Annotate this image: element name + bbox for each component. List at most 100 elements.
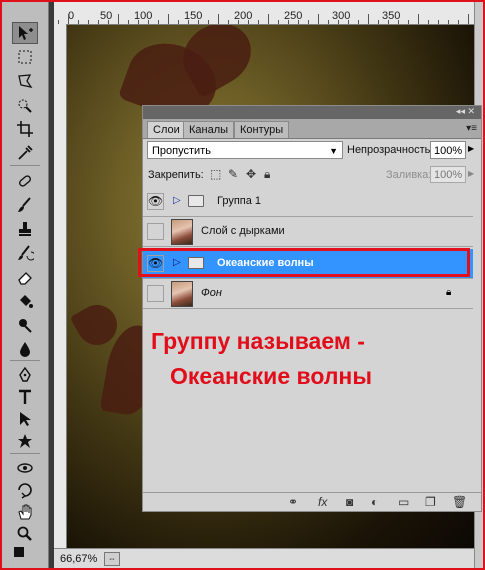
eyedropper-tool-icon[interactable]	[12, 142, 38, 164]
clone-stamp-tool-icon[interactable]	[12, 218, 38, 240]
eye-icon[interactable]: 👁︎	[147, 193, 164, 210]
annotation-line-1: Группу называем -	[151, 328, 365, 354]
ruler-tick	[118, 14, 119, 24]
annotation-line-2: Океанские волны	[170, 363, 372, 389]
vertical-ruler	[54, 24, 67, 548]
ruler-tick	[108, 20, 109, 24]
panel-menu-icon[interactable]: ▾≡	[466, 123, 477, 134]
ruler-tick	[98, 20, 99, 24]
ruler-tick	[128, 20, 129, 24]
ruler-label: 100	[134, 10, 153, 22]
ruler-tick	[238, 20, 239, 24]
pen-tool-icon[interactable]	[12, 364, 38, 386]
ruler-tick	[78, 20, 79, 24]
delete-layer-icon[interactable]: 🗑︎	[452, 495, 467, 509]
ruler-tick	[298, 20, 299, 24]
ruler-tick	[368, 14, 369, 24]
crop-tool-icon[interactable]	[12, 118, 38, 140]
move-tool-icon[interactable]	[12, 22, 38, 44]
layer-row-background[interactable]: Фон 🔒︎	[143, 279, 473, 309]
ruler-tick	[358, 20, 359, 24]
adjustment-layer-icon[interactable]: ◐	[371, 495, 378, 509]
collapse-panel-icon[interactable]: ◂◂ ✕	[456, 106, 475, 117]
layer-row-holes[interactable]: Слой с дырками	[143, 217, 473, 247]
layer-row-group-1[interactable]: 👁︎ ▷ Группа 1	[143, 187, 473, 217]
ruler-tick	[308, 20, 309, 24]
photoshop-window: 0 50 100 150 200 250 300 350 66,67% ⇔ ◂◂…	[0, 0, 485, 570]
hand-tool-icon[interactable]	[12, 501, 38, 523]
eraser-tool-icon[interactable]	[12, 266, 38, 288]
lock-transparency-icon[interactable]: ⬚	[210, 167, 221, 181]
chevron-down-icon: ▼	[329, 146, 338, 156]
ruler-tick	[228, 20, 229, 24]
ruler-tick	[418, 14, 419, 24]
3d-rotate-tool-icon[interactable]	[12, 457, 38, 479]
layer-name: Слой с дырками	[201, 225, 285, 237]
new-group-icon[interactable]: ▭	[398, 495, 409, 509]
healing-brush-tool-icon[interactable]	[12, 170, 38, 192]
3d-orbit-tool-icon[interactable]	[12, 479, 38, 501]
ruler-label: 150	[184, 10, 203, 22]
ruler-tick	[268, 14, 269, 24]
ruler-tick	[258, 20, 259, 24]
ruler-tick	[68, 14, 69, 24]
ruler-tick	[428, 20, 429, 24]
dodge-tool-icon[interactable]	[12, 314, 38, 336]
ruler-tick	[398, 20, 399, 24]
ruler-tick	[388, 20, 389, 24]
custom-shape-tool-icon[interactable]	[12, 430, 38, 452]
lock-icon: 🔒︎	[446, 287, 452, 298]
blend-mode-select[interactable]: Пропустить ▼	[147, 141, 343, 159]
lock-position-icon[interactable]: ✥	[246, 167, 256, 181]
ruler-tick	[278, 20, 279, 24]
ruler-tick	[408, 20, 409, 24]
ruler-tick	[158, 20, 159, 24]
visibility-box[interactable]	[147, 223, 164, 240]
link-layers-icon[interactable]: ⚭	[288, 495, 298, 509]
fill-field[interactable]: 100%	[430, 166, 466, 183]
lock-pixels-icon[interactable]: ✎	[228, 167, 238, 181]
opacity-field[interactable]: 100%	[430, 141, 466, 159]
blend-mode-value: Пропустить	[152, 145, 211, 157]
add-mask-icon[interactable]: ◙	[346, 495, 353, 509]
panel-titlebar[interactable]: ◂◂ ✕	[143, 106, 481, 119]
ruler-tick	[178, 20, 179, 24]
type-tool-icon[interactable]	[12, 386, 38, 408]
lock-all-icon[interactable]: 🔒︎	[264, 167, 270, 182]
layer-style-icon[interactable]: fx	[318, 495, 327, 509]
brush-tool-icon[interactable]	[12, 194, 38, 216]
paint-bucket-tool-icon[interactable]	[12, 290, 38, 312]
new-layer-icon[interactable]: ❐	[425, 495, 436, 509]
marquee-tool-icon[interactable]	[12, 46, 38, 68]
fill-slider-arrow-icon[interactable]: ▶	[468, 169, 474, 178]
ruler-label: 200	[234, 10, 253, 22]
tools-panel	[2, 2, 49, 568]
opacity-slider-arrow-icon[interactable]: ▶	[468, 144, 474, 153]
lock-label: Закрепить:	[148, 169, 204, 181]
zoom-tool-icon[interactable]	[12, 523, 38, 545]
ruler-tick	[248, 20, 249, 24]
ruler-tick	[148, 20, 149, 24]
history-brush-tool-icon[interactable]	[12, 242, 38, 264]
ruler-tick	[338, 20, 339, 24]
ruler-tick	[138, 20, 139, 24]
path-selection-tool-icon[interactable]	[12, 408, 38, 430]
ruler-tick	[288, 20, 289, 24]
quick-selection-tool-icon[interactable]	[12, 94, 38, 116]
layer-name: Фон	[201, 287, 222, 299]
layer-thumbnail	[171, 281, 193, 307]
zoom-level[interactable]: 66,67%	[60, 553, 97, 565]
ruler-tick	[198, 20, 199, 24]
expand-triangle-icon[interactable]: ▷	[173, 195, 181, 206]
ruler-tick	[458, 20, 459, 24]
tab-paths[interactable]: Контуры	[234, 121, 290, 138]
ruler-tick	[88, 20, 89, 24]
status-info-icon[interactable]: ⇔	[104, 552, 120, 566]
lasso-tool-icon[interactable]	[12, 70, 38, 92]
tab-layers[interactable]: Слои	[147, 121, 186, 138]
tab-channels[interactable]: Каналы	[183, 121, 235, 138]
visibility-box[interactable]	[147, 285, 164, 302]
blur-tool-icon[interactable]	[12, 338, 38, 360]
ruler-tick	[378, 20, 379, 24]
foreground-color-swatch[interactable]	[14, 547, 24, 557]
